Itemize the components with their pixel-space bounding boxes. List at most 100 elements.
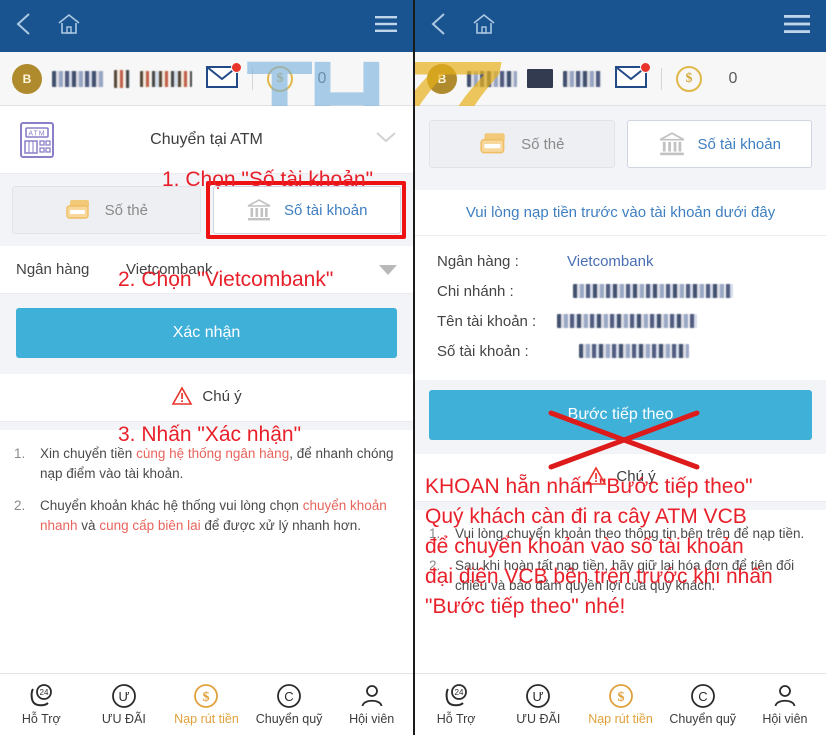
transfer-c-icon: C [690, 683, 716, 709]
unread-badge [231, 61, 242, 73]
page-title: Chuyển tại ATM [150, 130, 263, 148]
note-text: Xin chuyển tiền cùng hệ thống ngân hàng,… [40, 446, 394, 481]
attention-header: Chú ý [415, 454, 826, 502]
info-row-branch: Chi nhánh : [437, 276, 826, 306]
tab-so-the[interactable]: Số thẻ [429, 120, 615, 168]
tab-so-the[interactable]: Số thẻ [12, 186, 201, 234]
transfer-c-icon: C [276, 683, 302, 709]
left-topbar [0, 0, 413, 52]
next-zone: Bước tiếp theo [415, 380, 826, 454]
svg-text:24: 24 [455, 688, 464, 697]
bank-select-row[interactable]: Ngân hàng Vietcombank [0, 246, 413, 294]
nav-item-uu-dai[interactable]: Ư ƯU ĐÃI [497, 683, 579, 726]
info-label: Chi nhánh : [437, 282, 514, 300]
nav-item-nap-rut-tien[interactable]: $ Nạp rút tiền [165, 683, 248, 726]
bank-label: Ngân hàng [16, 261, 90, 278]
confirm-zone: Xác nhận [0, 294, 413, 374]
divider [252, 67, 253, 90]
right-bottom-nav: 24 Hỗ Trợ Ư ƯU ĐÃI $ Nạp rút tiền C Chuy… [415, 673, 826, 735]
right-notes: 1. Vui lòng chuyển khoản theo thông tin … [415, 510, 826, 616]
note-text: Vui lòng chuyển khoản theo thông tin bên… [455, 526, 805, 541]
nav-item-nap-rut-tien[interactable]: $ Nạp rút tiền [579, 683, 661, 726]
tab-so-tai-khoan[interactable]: Số tài khoản [212, 186, 401, 234]
nav-label: Hội viên [762, 712, 808, 726]
card-stack-icon [480, 133, 505, 154]
nav-item-ho-tro[interactable]: 24 Hỗ Trợ [0, 683, 83, 726]
info-row-account-name: Tên tài khoản : [437, 306, 826, 336]
dollar-coin-icon[interactable]: $ [267, 65, 293, 92]
info-row-account-number: Số tài khoản : [437, 336, 826, 366]
deposit-dollar-icon: $ [608, 683, 634, 709]
divider [661, 67, 662, 90]
note-number: 2. [429, 558, 441, 573]
bank-info-list: Ngân hàng : Vietcombank Chi nhánh : Tên … [415, 236, 826, 380]
promo-u-icon: Ư [525, 683, 551, 709]
tab-label: Số thẻ [104, 201, 148, 219]
member-person-icon [359, 683, 385, 709]
avatar[interactable]: B [427, 63, 457, 94]
left-bottom-nav: 24 Hỗ Trợ Ư ƯU ĐÃI $ Nạp rút tiền C Chuy… [0, 673, 413, 735]
deposit-notice: Vui lòng nạp tiền trước vào tài khoản dư… [415, 190, 826, 236]
home-icon[interactable] [56, 11, 82, 42]
chevron-left-icon[interactable] [429, 10, 449, 43]
nav-label: Chuyển quỹ [255, 712, 323, 726]
username-redacted [52, 70, 104, 87]
nav-item-hoi-vien[interactable]: Hội viên [330, 683, 413, 726]
dollar-coin-icon[interactable]: $ [676, 65, 702, 92]
account-name-redacted-value [557, 314, 697, 328]
tab-label: Số thẻ [521, 135, 565, 153]
support-24-icon: 24 [28, 683, 54, 709]
promo-u-icon: Ư [111, 683, 137, 709]
card-stack-icon [65, 200, 89, 219]
chevron-down-icon[interactable] [375, 130, 397, 149]
right-account-bar: B $ 0 77 [415, 46, 826, 156]
rank-redacted [527, 69, 553, 88]
nav-item-uu-dai[interactable]: Ư ƯU ĐÃI [83, 683, 166, 726]
nav-item-chuyen-quy[interactable]: C Chuyển quỹ [662, 683, 744, 726]
hamburger-menu-icon[interactable] [373, 14, 399, 39]
note-item: 1. Xin chuyển tiền cùng hệ thống ngân hà… [14, 444, 395, 484]
hamburger-menu-icon[interactable] [782, 13, 812, 40]
left-notes: 1. Xin chuyển tiền cùng hệ thống ngân hà… [0, 430, 413, 556]
nav-item-chuyen-quy[interactable]: C Chuyển quỹ [248, 683, 331, 726]
bank-building-icon [659, 132, 684, 156]
nav-item-hoi-vien[interactable]: Hội viên [744, 683, 826, 726]
nav-label: ƯU ĐÃI [101, 712, 146, 726]
note-item: 1. Vui lòng chuyển khoản theo thông tin … [429, 524, 808, 544]
attention-label: Chú ý [202, 387, 242, 405]
left-panel: B $ 0 TH ATM Chuyển tại ATM Số thẻ Số tà… [0, 0, 413, 735]
account-number-redacted-value [579, 344, 689, 358]
confirm-button[interactable]: Xác nhận [16, 308, 397, 358]
message-button[interactable] [206, 61, 242, 93]
member-person-icon [772, 683, 798, 709]
info-label: Số tài khoản : [437, 342, 529, 360]
note-number: 1. [429, 526, 441, 541]
username-redacted [467, 70, 517, 87]
info-row-bank: Ngân hàng : Vietcombank [437, 246, 826, 276]
atm-section-header[interactable]: ATM Chuyển tại ATM [0, 106, 413, 174]
screenshot-root: B $ 0 TH ATM Chuyển tại ATM Số thẻ Số tà… [0, 0, 826, 735]
attention-label: Chú ý [616, 467, 656, 485]
info-value: Vietcombank [567, 252, 654, 270]
tab-so-tai-khoan[interactable]: Số tài khoản [626, 120, 812, 168]
warning-triangle-icon [586, 466, 607, 485]
right-tabs: Số thẻ Số tài khoản [415, 106, 826, 182]
next-step-button[interactable]: Bước tiếp theo [429, 390, 812, 440]
tab-label: Số tài khoản [697, 135, 781, 153]
svg-text:$: $ [617, 690, 624, 705]
unread-badge [640, 61, 651, 73]
nav-label: ƯU ĐÃI [516, 712, 561, 726]
branch-redacted-value [573, 284, 733, 298]
note-number: 2. [14, 498, 26, 513]
nav-item-ho-tro[interactable]: 24 Hỗ Trợ [415, 683, 497, 726]
avatar[interactable]: B [12, 63, 42, 94]
bank-value: Vietcombank [126, 261, 213, 278]
message-button[interactable] [615, 61, 651, 93]
nav-label: Nạp rút tiền [174, 712, 239, 726]
note-item: 2. Sau khi hoàn tất nạp tiền, hãy giữ lạ… [429, 556, 808, 596]
warning-triangle-icon [172, 386, 193, 405]
note-number: 1. [14, 446, 26, 461]
caret-down-icon[interactable] [379, 264, 397, 275]
home-icon[interactable] [471, 11, 497, 42]
chevron-left-icon[interactable] [14, 10, 34, 43]
